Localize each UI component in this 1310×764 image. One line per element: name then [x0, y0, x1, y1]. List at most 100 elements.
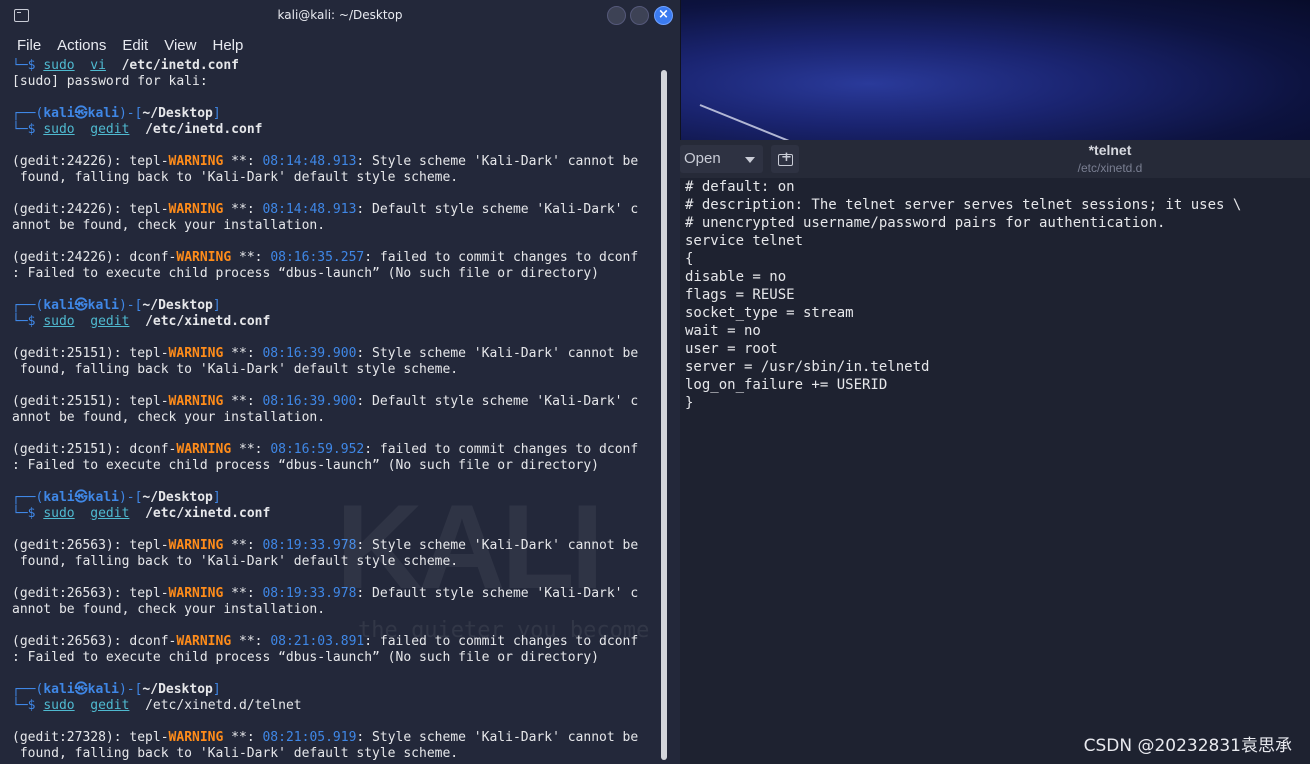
menu-view[interactable]: View	[156, 37, 204, 54]
kali-watermark: KALI	[336, 480, 604, 614]
terminal-line: annot be found, check your installation.	[0, 410, 660, 426]
terminal-line: (gedit:24226): dconf-WARNING **: 08:16:3…	[0, 250, 660, 266]
terminal-text-segment: ┌──(	[12, 298, 44, 313]
terminal-line: : Failed to execute child process “dbus-…	[0, 266, 660, 282]
gedit-headerbar: Open *telnet /etc/xinetd.d	[680, 140, 1310, 179]
terminal-text-segment: (gedit:24226): dconf-	[12, 250, 177, 265]
desktop-background	[680, 0, 1310, 140]
terminal-line: found, falling back to 'Kali-Dark' defau…	[0, 746, 660, 762]
terminal-text-segment: (gedit:26563): tepl-	[12, 586, 169, 601]
terminal-text-segment: /etc/xinetd.d/telnet	[145, 698, 302, 713]
terminal-line: └─$ sudo vi /etc/inetd.conf	[0, 58, 660, 74]
terminal-text-segment: found, falling back to 'Kali-Dark' defau…	[12, 746, 459, 761]
terminal-text-segment: /etc/xinetd.conf	[145, 506, 271, 521]
terminal-text-segment: **:	[223, 202, 263, 217]
editor-line: # description: The telnet server serves …	[685, 197, 1242, 213]
terminal-text-segment: WARNING	[168, 586, 224, 601]
terminal-line: └─$ sudo gedit /etc/inetd.conf	[0, 122, 660, 138]
terminal-text-segment: WARNING	[168, 154, 224, 169]
editor-line: flags = REUSE	[685, 287, 795, 303]
terminal-text-segment: /etc/inetd.conf	[145, 122, 263, 137]
terminal-text-segment: **:	[223, 394, 263, 409]
terminal-text-segment: ~/Desktop	[142, 106, 213, 121]
terminal-text-segment: sudo	[43, 698, 75, 713]
maximize-button[interactable]	[630, 6, 649, 25]
terminal-text-segment: : Default style scheme 'Kali-Dark' c	[356, 202, 639, 217]
terminal-output[interactable]: KALI the quieter you become └─$ sudo vi …	[0, 58, 660, 764]
terminal-line: ┌──(kali㉿kali)-[~/Desktop]	[0, 106, 660, 122]
terminal-text-segment: sudo	[43, 122, 75, 137]
minimize-button[interactable]	[607, 6, 626, 25]
terminal-menubar: File Actions Edit View Help	[0, 32, 680, 58]
terminal-line: └─$ sudo gedit /etc/xinetd.conf	[0, 314, 660, 330]
terminal-text-segment: **:	[223, 586, 263, 601]
menu-edit[interactable]: Edit	[114, 37, 156, 54]
terminal-text-segment: sudo	[43, 506, 75, 521]
terminal-text-segment: (gedit:26563): dconf-	[12, 634, 177, 649]
terminal-text-segment: )-[	[118, 490, 143, 505]
close-button[interactable]: ×	[654, 6, 673, 25]
terminal-text-segment: : Style scheme 'Kali-Dark' cannot be	[356, 730, 639, 745]
terminal-line: ┌──(kali㉿kali)-[~/Desktop]	[0, 682, 660, 698]
new-document-button[interactable]	[771, 145, 799, 173]
terminal-text-segment: : Style scheme 'Kali-Dark' cannot be	[356, 346, 639, 361]
terminal-text-segment: ~/Desktop	[142, 682, 213, 697]
terminal-text-segment: [sudo] password for kali:	[12, 74, 208, 89]
text-editor-area[interactable]: # default: on # description: The telnet s…	[680, 178, 1310, 764]
menu-help[interactable]: Help	[204, 37, 251, 54]
terminal-text-segment: (gedit:25151): tepl-	[12, 346, 169, 361]
open-button[interactable]: Open	[680, 145, 740, 173]
terminal-titlebar[interactable]: kali@kali: ~/Desktop ×	[0, 0, 680, 32]
editor-line: # unencrypted username/password pairs fo…	[685, 215, 1166, 231]
menu-file[interactable]: File	[9, 37, 49, 54]
terminal-text-segment: : failed to commit changes to dconf	[364, 442, 639, 457]
terminal-text-segment: )-[	[118, 106, 143, 121]
terminal-scrollbar[interactable]	[661, 70, 667, 760]
terminal-text-segment: kali㉿kali	[43, 298, 119, 313]
terminal-text-segment: 08:14:48.913	[262, 154, 357, 169]
terminal-text-segment: (gedit:25151): tepl-	[12, 394, 169, 409]
terminal-text-segment: ~/Desktop	[142, 490, 213, 505]
terminal-text-segment: 08:21:05.919	[262, 730, 357, 745]
terminal-text-segment: kali㉿kali	[43, 106, 119, 121]
terminal-text-segment: └─$	[12, 314, 44, 329]
terminal-text-segment: WARNING	[168, 538, 224, 553]
terminal-line: └─$ sudo gedit /etc/xinetd.d/telnet	[0, 698, 660, 714]
terminal-text-segment: **:	[231, 634, 271, 649]
terminal-text-segment: : Failed to execute child process “dbus-…	[12, 458, 599, 473]
terminal-text-segment: (gedit:25151): dconf-	[12, 442, 177, 457]
terminal-text-segment: ┌──(	[12, 682, 44, 697]
terminal-text-segment: : Default style scheme 'Kali-Dark' c	[356, 394, 639, 409]
terminal-text-segment: ┌──(	[12, 490, 44, 505]
gedit-window[interactable]: Open *telnet /etc/xinetd.d # default: on…	[680, 140, 1310, 764]
terminal-line: (gedit:24226): tepl-WARNING **: 08:14:48…	[0, 154, 660, 170]
terminal-text-segment: 08:21:03.891	[270, 634, 365, 649]
terminal-text-segment: **:	[223, 730, 263, 745]
terminal-text-segment: annot be found, check your installation.	[12, 410, 326, 425]
terminal-window[interactable]: kali@kali: ~/Desktop × File Actions Edit…	[0, 0, 681, 764]
terminal-line: : Failed to execute child process “dbus-…	[0, 458, 660, 474]
terminal-line: [sudo] password for kali:	[0, 74, 660, 90]
terminal-text-segment: : Style scheme 'Kali-Dark' cannot be	[356, 154, 639, 169]
terminal-text-segment: annot be found, check your installation.	[12, 602, 326, 617]
terminal-text-segment: sudo	[43, 314, 75, 329]
open-dropdown-button[interactable]	[737, 145, 763, 173]
terminal-text-segment: : Failed to execute child process “dbus-…	[12, 266, 599, 281]
terminal-line: (gedit:24226): tepl-WARNING **: 08:14:48…	[0, 202, 660, 218]
editor-line: server = /usr/sbin/in.telnetd	[685, 359, 930, 375]
document-title: *telnet	[1088, 142, 1132, 158]
menu-actions[interactable]: Actions	[49, 37, 114, 54]
terminal-text-segment: 08:16:39.900	[262, 394, 357, 409]
terminal-text-segment: **:	[223, 538, 263, 553]
terminal-text-segment: └─$	[12, 698, 44, 713]
